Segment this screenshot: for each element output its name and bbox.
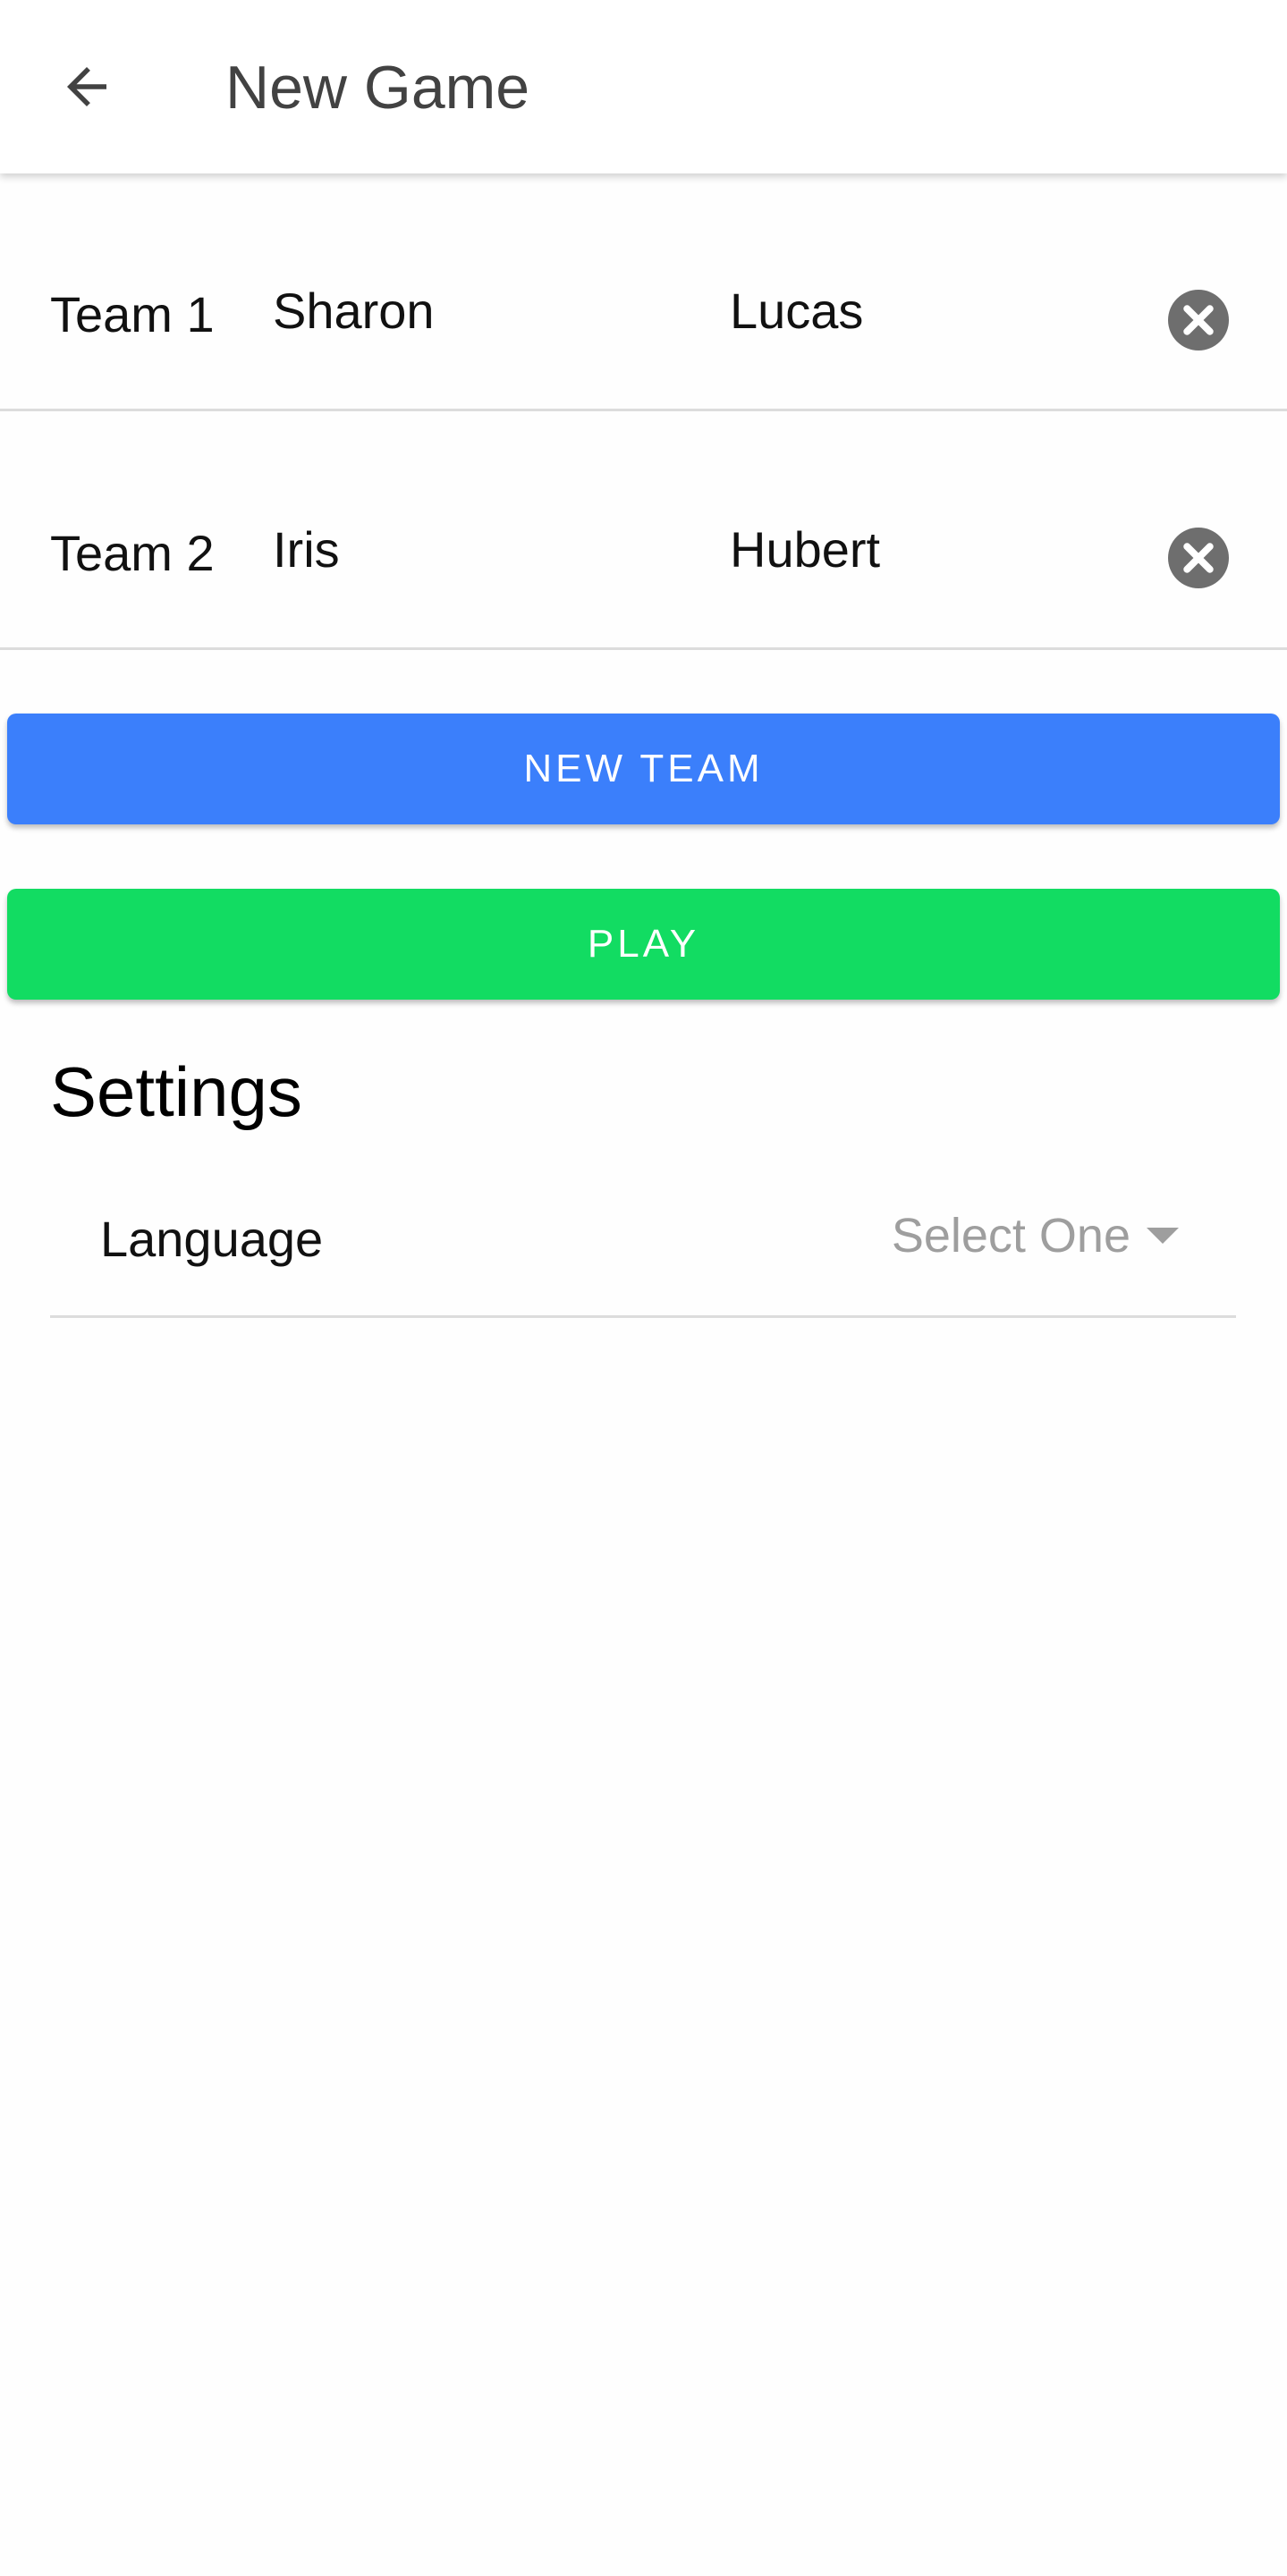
player-name[interactable]: Sharon [273,283,435,340]
play-button[interactable]: PLAY [7,889,1280,1000]
new-team-button[interactable]: NEW TEAM [7,714,1280,824]
page-title: New Game [225,54,530,122]
settings-heading: Settings [50,1052,302,1131]
team-row: Team 1 Sharon Lucas [0,173,1287,411]
player-name[interactable]: Hubert [730,521,880,579]
remove-team-button[interactable] [1168,528,1229,588]
language-select-placeholder: Select One [891,1209,1130,1263]
app-bar: New Game [0,0,1287,173]
new-game-screen: New Game Team 1 Sharon Lucas Team 2 Iris… [0,0,1287,2576]
team-row: Team 2 Iris Hubert [0,412,1287,650]
team-label: Team 2 [50,525,215,581]
language-select[interactable]: Select One [892,1207,1179,1264]
language-label: Language [100,1211,324,1267]
player-name[interactable]: Iris [273,521,340,579]
caret-down-icon [1147,1228,1179,1244]
language-setting-row: Language Select One [50,1171,1236,1318]
arrow-left-icon [67,67,106,106]
player-name[interactable]: Lucas [730,283,863,340]
close-circle-icon [1168,528,1229,588]
back-button[interactable] [38,44,136,130]
remove-team-button[interactable] [1168,290,1229,351]
close-circle-icon [1168,290,1229,351]
team-label: Team 1 [50,286,215,342]
